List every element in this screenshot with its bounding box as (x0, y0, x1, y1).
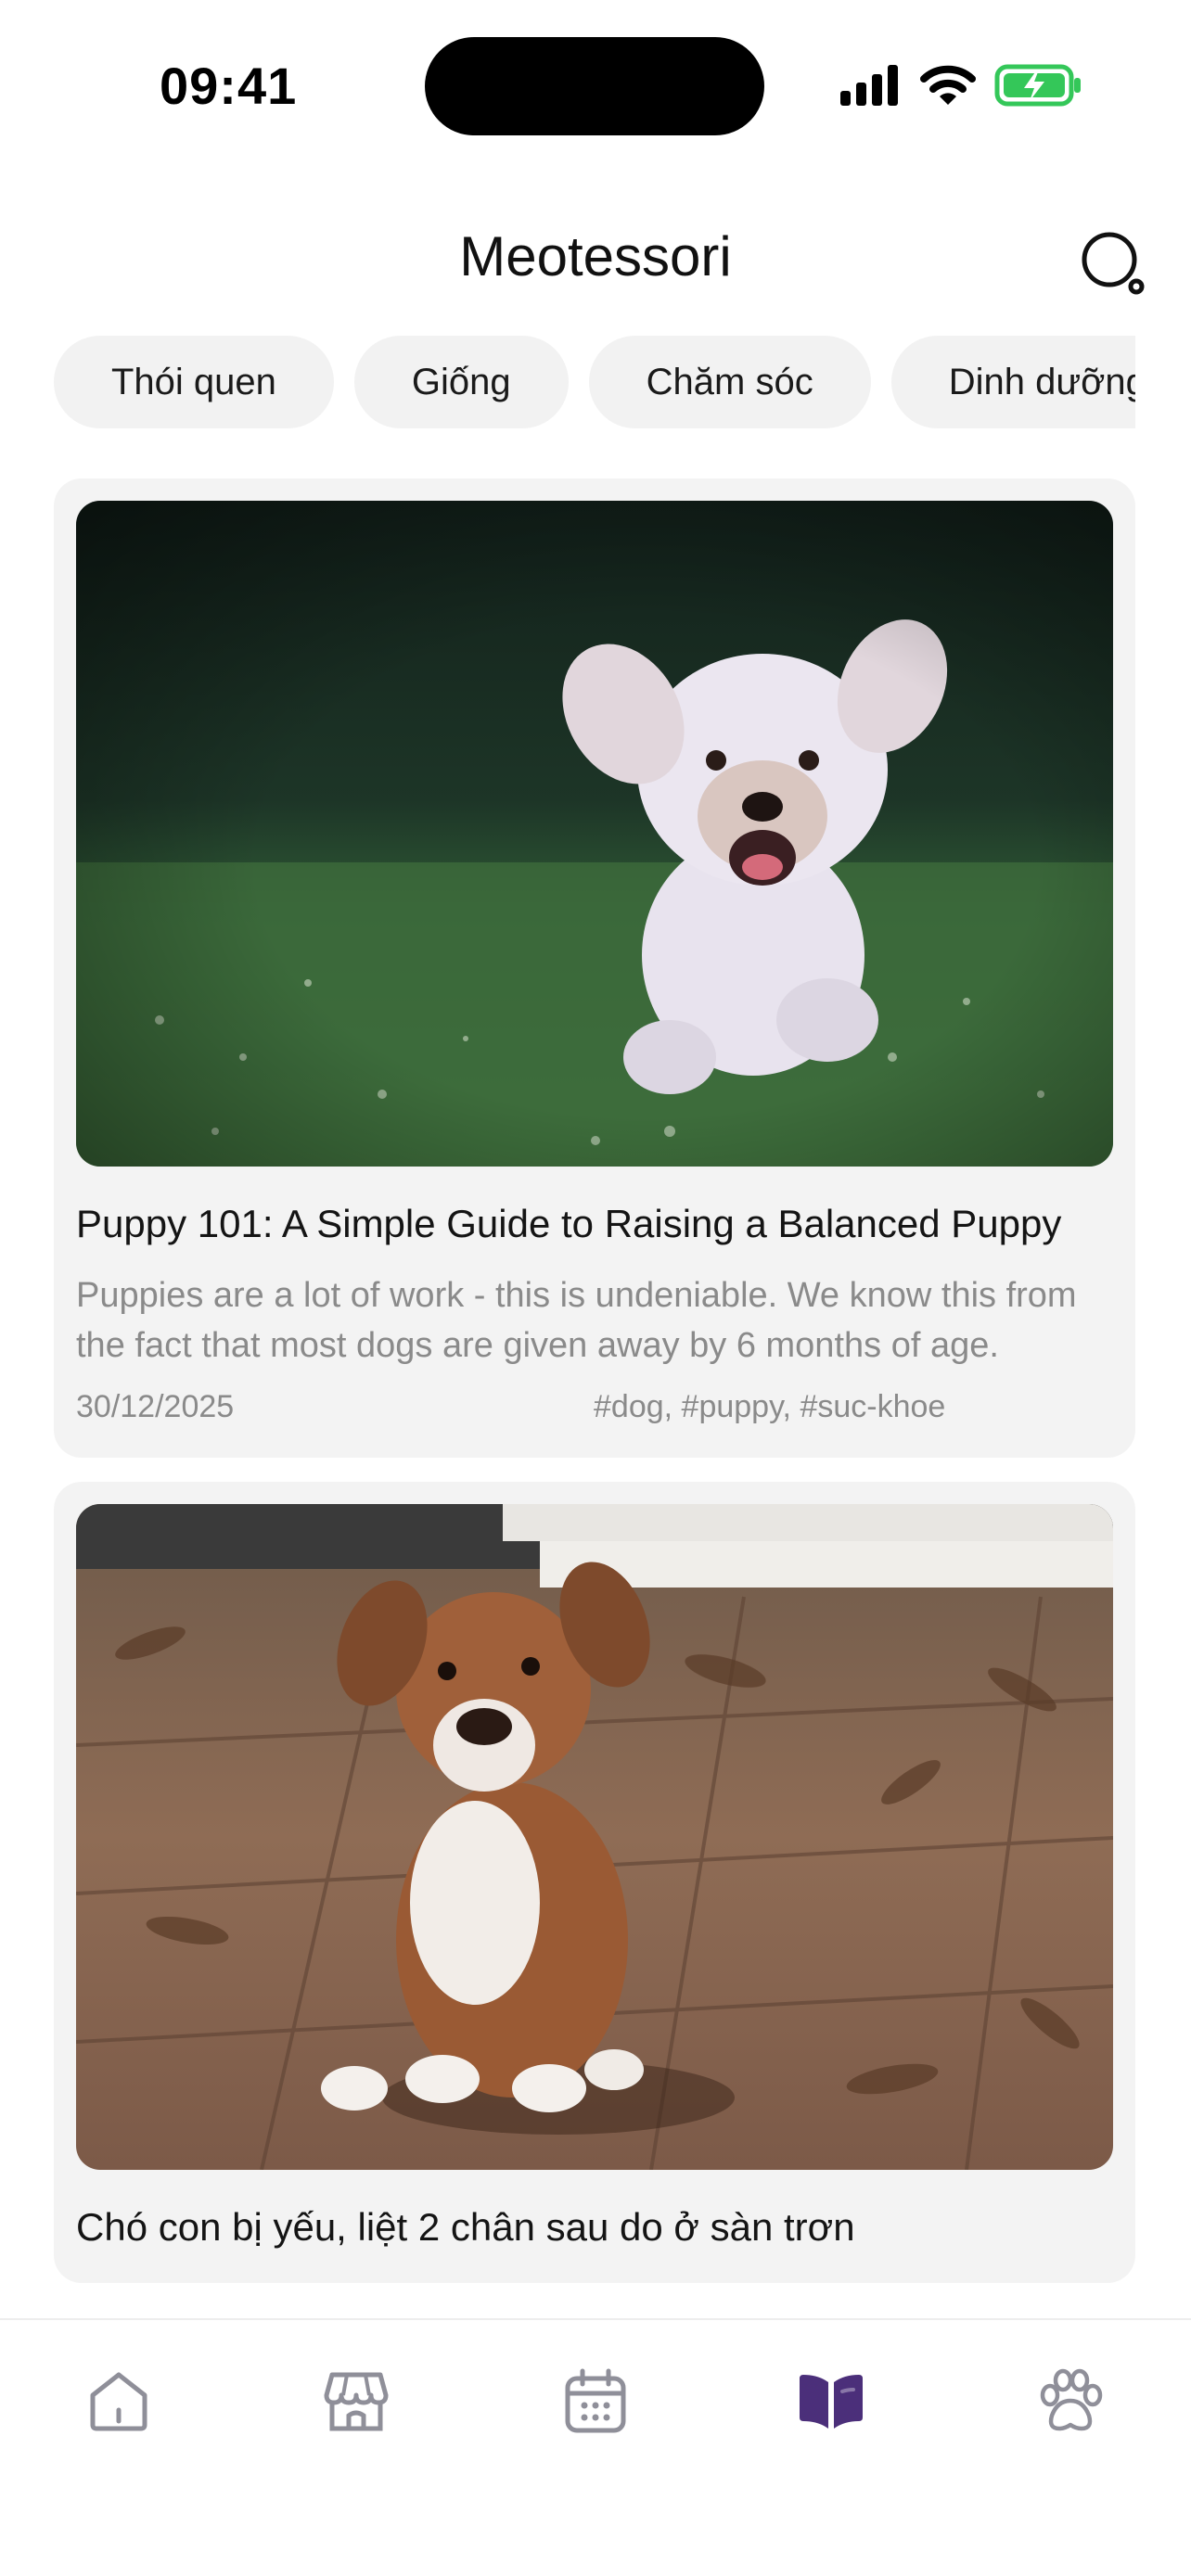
tab-shop[interactable] (310, 2359, 403, 2442)
app-header: Meotessori (0, 213, 1191, 306)
home-icon (90, 2372, 147, 2431)
bottom-tab-bar (0, 2318, 1191, 2576)
category-chip-dinh-duong[interactable]: Dinh dưỡng (890, 336, 1135, 428)
cellular-signal-icon (840, 65, 898, 106)
paw-icon (1040, 2368, 1103, 2431)
tab-home[interactable] (72, 2359, 165, 2442)
search-icon (1082, 232, 1145, 295)
article-card[interactable]: Chó con bị yếu, liệt 2 chân sau do ở sàn… (54, 1482, 1135, 2283)
category-chip-cham-soc[interactable]: Chăm sóc (588, 336, 871, 428)
tab-pets[interactable] (1024, 2359, 1117, 2442)
tab-calendar[interactable] (549, 2359, 642, 2442)
article-image-running-puppy (76, 501, 1113, 1167)
article-title: Chó con bị yếu, liệt 2 chân sau do ở sàn… (76, 2205, 855, 2249)
article-tags: #dog, #puppy, #suc-khoe (594, 1389, 946, 1424)
app-title: Meotessori (459, 225, 732, 287)
article-date: 30/12/2025 (76, 1389, 235, 1424)
shop-icon (324, 2372, 389, 2431)
dynamic-island (425, 37, 764, 135)
running-puppy-photo (76, 501, 1113, 1167)
article-card[interactable]: Puppy 101: A Simple Guide to Raising a B… (54, 478, 1135, 1458)
category-chip-giong[interactable]: Giống (353, 336, 569, 428)
app-screen: 09:41 Meotessori Thói quen Giống Chăm só… (0, 0, 1191, 2576)
article-excerpt: Puppies are a lot of work - this is unde… (76, 1276, 1077, 1365)
status-time: 09:41 (160, 57, 298, 115)
search-button[interactable] (1076, 226, 1150, 300)
calendar-icon (565, 2368, 626, 2433)
category-chip-thoi-quen[interactable]: Thói quen (54, 336, 334, 428)
article-meta: 30/12/2025 #dog, #puppy, #suc-khoe (76, 1382, 1113, 1434)
wifi-icon (920, 65, 976, 105)
sitting-puppy-photo (76, 1504, 1113, 2170)
status-icons (840, 57, 1083, 113)
status-bar: 09:41 (0, 0, 1191, 167)
tab-blog[interactable] (785, 2359, 877, 2442)
article-image-sitting-puppy (76, 1504, 1113, 2170)
article-title: Puppy 101: A Simple Guide to Raising a B… (76, 1202, 1062, 1245)
book-icon (800, 2375, 863, 2429)
battery-charging-icon (994, 64, 1081, 107)
category-chips: Thói quen Giống Chăm sóc Dinh dưỡng (54, 336, 1135, 428)
article-feed: Puppy 101: A Simple Guide to Raising a B… (54, 478, 1135, 2318)
